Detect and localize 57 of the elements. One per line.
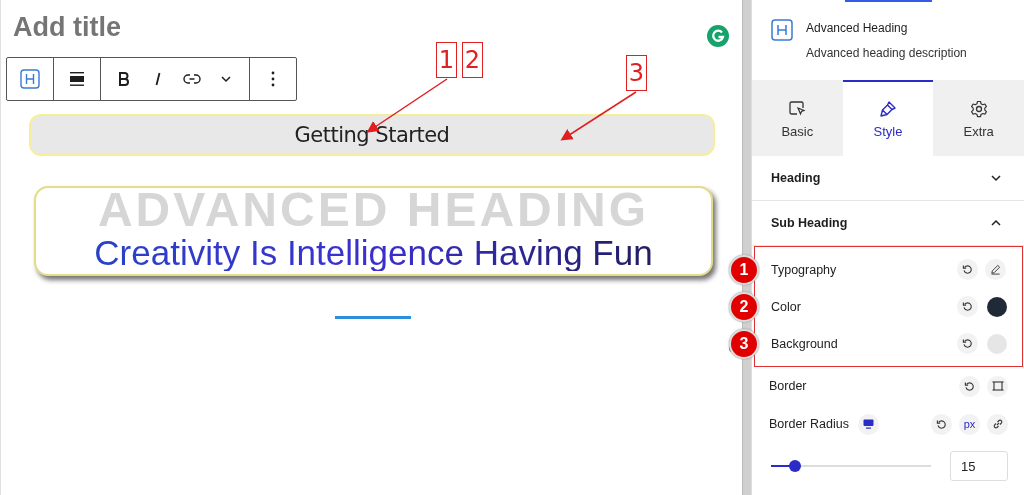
desktop-icon <box>862 419 874 429</box>
color-swatch[interactable] <box>987 296 1007 317</box>
slider-thumb[interactable] <box>789 460 801 472</box>
step-marker: 3 <box>729 328 759 359</box>
reset-button[interactable] <box>957 333 978 354</box>
color-swatch[interactable] <box>987 333 1007 354</box>
reset-button[interactable] <box>957 259 978 280</box>
chevron-down-icon <box>220 75 232 83</box>
reset-icon <box>962 264 973 275</box>
title-placeholder[interactable]: Add title <box>13 12 121 43</box>
tab[interactable]: Style <box>842 80 934 156</box>
number-field[interactable]: 15 <box>950 451 1008 481</box>
section-header[interactable]: Sub Heading <box>752 201 1024 246</box>
gear-icon <box>969 99 988 118</box>
reset-icon <box>964 380 975 392</box>
section-title: Heading <box>771 171 821 185</box>
section-header[interactable]: Heading <box>752 156 1024 201</box>
italic-icon <box>154 72 162 86</box>
control-label: Background <box>771 336 838 351</box>
subheading-block[interactable]: Getting Started <box>29 114 715 156</box>
kebab-menu-icon <box>271 71 275 87</box>
border-button[interactable] <box>987 375 1008 397</box>
callout-label: 2 <box>462 42 483 78</box>
link-icon <box>991 418 1004 430</box>
bold-icon <box>118 72 130 86</box>
reset-icon <box>962 338 973 349</box>
reset-icon <box>962 301 973 312</box>
align-icon <box>69 71 85 87</box>
unit-button[interactable]: px <box>959 413 980 435</box>
grammarly-icon <box>706 24 730 48</box>
device-button[interactable] <box>857 413 879 435</box>
brush-icon <box>879 99 897 118</box>
border-icon <box>991 380 1004 392</box>
block-description: Advanced heading description <box>806 46 967 60</box>
control-label: Typography <box>771 262 837 277</box>
cursor-icon <box>788 99 807 118</box>
edit-button[interactable] <box>985 259 1006 280</box>
reset-button[interactable] <box>959 375 980 397</box>
control-label: Border Radius <box>769 417 849 431</box>
heading-block-icon <box>20 69 40 89</box>
pencil-icon <box>990 264 1001 275</box>
subheading-text: Getting Started <box>294 123 450 147</box>
link-values-button[interactable] <box>987 413 1008 435</box>
reset-button[interactable] <box>957 296 978 317</box>
section-title: Sub Heading <box>771 216 848 230</box>
link-icon <box>183 73 201 85</box>
callout-label: 1 <box>436 42 457 78</box>
step-marker: 1 <box>729 254 759 285</box>
callout-label: 3 <box>626 55 647 91</box>
control-label: Color <box>771 299 801 314</box>
reset-icon <box>936 418 947 430</box>
control-label: Border <box>769 379 807 393</box>
heading-block-button[interactable] <box>19 68 41 90</box>
heading-block-icon <box>771 19 793 41</box>
step-marker: 2 <box>729 291 759 322</box>
reset-button[interactable] <box>931 413 952 435</box>
block-title: Advanced Heading <box>806 21 909 35</box>
